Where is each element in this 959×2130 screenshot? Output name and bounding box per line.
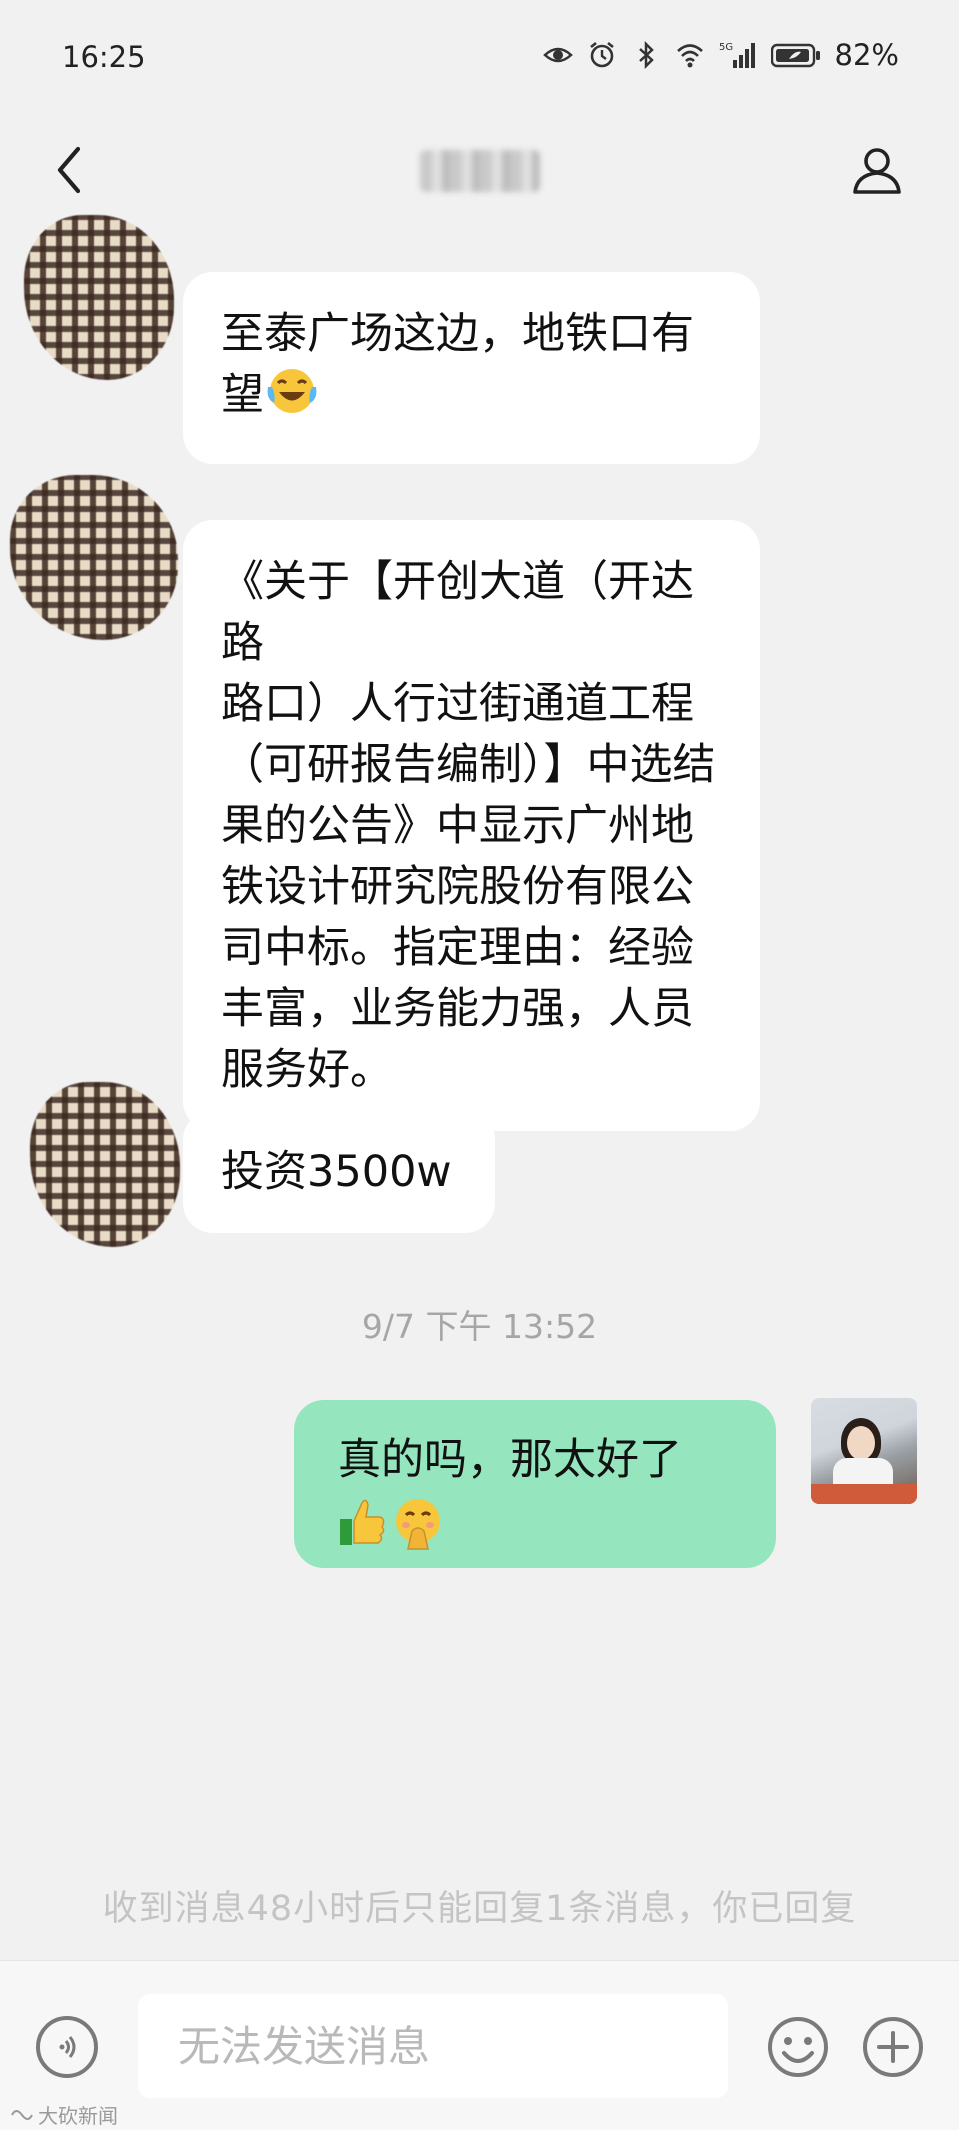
message-line: 投资3500w [221, 1147, 452, 1197]
bluetooth-icon [631, 40, 661, 70]
person-icon [853, 148, 901, 194]
sender-avatar[interactable] [10, 475, 178, 640]
message-bubble[interactable]: 至泰广场这边，地铁口有 望 [183, 272, 760, 464]
watermark-logo-icon [11, 2109, 33, 2120]
tears-of-joy-emoji-icon [264, 365, 320, 434]
message-timestamp: 9/7 下午 13:52 [361, 1307, 598, 1346]
voice-wave-icon [59, 2036, 76, 2058]
sender-avatar[interactable] [30, 1082, 180, 1247]
sender-avatar[interactable] [24, 215, 174, 380]
self-avatar[interactable] [811, 1398, 917, 1504]
alarm-icon [587, 40, 617, 70]
profile-button[interactable] [847, 138, 907, 202]
message-line: 路口）人行过街通道工程 [221, 679, 694, 729]
network-label: 5G [719, 42, 733, 53]
message-line: 服务好。 [221, 1045, 393, 1095]
smiling-hands-emoji-icon [390, 1495, 446, 1555]
add-button[interactable] [860, 2014, 926, 2080]
self-message-bubble[interactable]: 真的吗，那太好了 [294, 1400, 776, 1568]
battery-percent: 82% [834, 38, 899, 72]
message-line: 果的公告》中显示广州地 [221, 801, 694, 851]
wifi-icon [675, 40, 705, 70]
message-line: 望 [221, 370, 264, 420]
plus-icon [863, 2017, 923, 2077]
back-button[interactable] [44, 140, 94, 200]
watermark-text: 大砍新闻 [38, 2104, 118, 2128]
message-line: 丰富，业务能力强，人员 [221, 984, 694, 1034]
status-time: 16:25 [62, 40, 146, 74]
message-line: 《关于【开创大道（开达路 [221, 557, 694, 668]
message-bubble[interactable]: 投资3500w [183, 1110, 495, 1233]
voice-button[interactable] [36, 2016, 98, 2078]
chevron-left-icon [57, 146, 81, 194]
watermark: 大砍新闻 [10, 2100, 118, 2129]
status-icons: 5G 82% [542, 38, 899, 72]
self-message-text: 真的吗，那太好了 [338, 1435, 682, 1485]
thumbs-up-emoji-icon [338, 1495, 388, 1555]
message-line: （可研报告编制）】中选结 [221, 740, 716, 790]
message-input[interactable] [138, 1994, 728, 2098]
eye-icon [542, 40, 573, 70]
contact-name [420, 150, 540, 192]
smiley-icon [768, 2017, 828, 2077]
message-line: 铁设计研究院股份有限公 [221, 862, 694, 912]
battery-icon [770, 40, 821, 70]
message-bubble[interactable]: 《关于【开创大道（开达路 路口）人行过街通道工程 （可研报告编制）】中选结 果的… [183, 520, 760, 1131]
reply-limit-notice: 收到消息48小时后只能回复1条消息，你已回复 [102, 1889, 857, 1929]
message-line: 司中标。指定理由：经验 [221, 923, 694, 973]
signal-5g-icon: 5G [719, 40, 757, 70]
message-line: 至泰广场这边，地铁口有 [221, 309, 694, 359]
emoji-button[interactable] [765, 2014, 831, 2080]
